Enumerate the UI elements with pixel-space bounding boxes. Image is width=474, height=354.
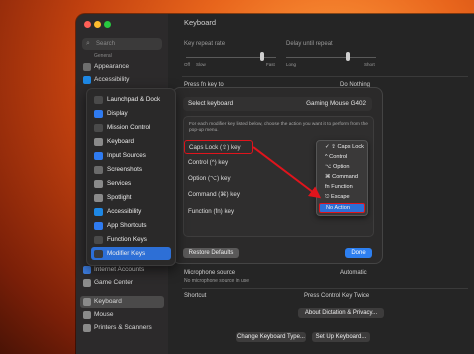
list-item-function-keys[interactable]: Function Keys [91,233,171,246]
close-button[interactable] [84,21,91,28]
mic-note: No microphone source in use [184,278,250,284]
key-repeat-slider-thumb[interactable] [260,52,264,61]
sidebar-item-keyboard[interactable]: Keyboard [80,296,164,308]
list-item-display[interactable]: Display [91,107,171,120]
printer-icon [83,324,91,332]
modifier-action-menu: ✓ ⇪ Caps Lock ^ Control ⌥ Option ⌘ Comma… [316,140,368,216]
change-keyboard-type-button[interactable]: Change Keyboard Type... [236,332,306,342]
page-title: Keyboard [184,18,217,27]
menu-item-caps-lock[interactable]: ✓ ⇪ Caps Lock [319,143,365,153]
delay-long-label: Long [286,62,297,67]
accessibility-icon [94,207,103,216]
app-shortcuts-icon [94,221,103,230]
launchpad-icon [94,95,103,104]
delay-repeat-slider[interactable] [286,57,376,58]
accessibility-icon [83,76,91,84]
list-item-launchpad[interactable]: Launchpad & Dock [91,93,171,106]
screenshot-icon [94,165,103,174]
list-item-app-shortcuts[interactable]: App Shortcuts [91,219,171,232]
repeat-fast-label: Fast [266,62,275,67]
delay-short-label: Short [364,62,375,67]
delay-until-repeat-label: Delay until repeat [286,41,333,47]
select-keyboard-row[interactable]: Select keyboard Gaming Mouse G402 [183,97,372,111]
list-item-screenshots[interactable]: Screenshots [91,163,171,176]
menu-item-option[interactable]: ⌥ Option [319,163,365,173]
list-item-modifier-keys[interactable]: Modifier Keys [91,247,171,260]
at-icon [83,266,91,274]
caps-lock-key-row[interactable]: Caps Lock (⇪) key [184,140,253,154]
set-up-keyboard-button[interactable]: Set Up Keyboard... [312,332,370,342]
list-item-accessibility[interactable]: Accessibility [91,205,171,218]
appearance-icon [83,63,91,71]
list-item-spotlight[interactable]: Spotlight [91,191,171,204]
sidebar-item-general[interactable]: General [80,52,164,60]
gear-icon [94,179,103,188]
menu-item-control[interactable]: ^ Control [319,153,365,163]
sidebar-item-game-center[interactable]: Game Center [80,277,164,289]
select-keyboard-value[interactable]: Gaming Mouse G402 [306,97,366,111]
mic-source-value[interactable]: Automatic [340,270,367,276]
spotlight-icon [94,193,103,202]
menu-item-no-action[interactable]: No Action [319,203,365,213]
about-dictation-button[interactable]: About Dictation & Privacy... [298,308,384,318]
mission-control-icon [94,123,103,132]
keyboard-icon [94,137,103,146]
minimize-button[interactable] [94,21,101,28]
function-keys-icon [94,235,103,244]
modifier-info-text: For each modifier key listed below, choo… [189,122,368,134]
list-item-keyboard[interactable]: Keyboard [91,135,171,148]
select-keyboard-label: Select keyboard [188,100,234,107]
search-icon: ⌕ [86,40,90,47]
list-item-mission-control[interactable]: Mission Control [91,121,171,134]
list-item-services[interactable]: Services [91,177,171,190]
shortcut-label: Shortcut [184,293,207,299]
mic-source-label: Microphone source [184,270,236,276]
keyboard-shortcuts-list: Launchpad & Dock Display Mission Control… [86,88,176,266]
key-repeat-rate-label: Key repeat rate [184,41,226,47]
divider [182,76,468,77]
mouse-icon [83,311,91,319]
menu-item-command[interactable]: ⌘ Command [319,173,365,183]
sidebar-item-mouse[interactable]: Mouse [80,309,164,321]
sidebar-item-printers[interactable]: Printers & Scanners [80,322,164,334]
repeat-off-label: Off [184,62,190,67]
menu-item-function[interactable]: fn Function [319,183,365,193]
input-sources-icon [94,151,103,160]
sidebar-item-accessibility[interactable]: Accessibility [80,74,164,86]
search-input[interactable]: ⌕ Search [82,38,162,50]
done-button[interactable]: Done [345,248,372,258]
shortcut-value[interactable]: Press Control Key Twice [304,293,369,299]
sidebar-item-appearance[interactable]: Appearance [80,61,164,73]
divider [182,288,468,289]
keyboard-icon [83,298,91,306]
delay-repeat-slider-thumb[interactable] [346,52,350,61]
repeat-slow-label: Slow [196,62,206,67]
list-item-input-sources[interactable]: Input Sources [91,149,171,162]
menu-item-escape[interactable]: ⎋ Escape [319,193,365,203]
search-placeholder: Search [96,41,116,47]
zoom-button[interactable] [104,21,111,28]
display-icon [94,109,103,118]
game-center-icon [83,279,91,287]
modifier-keys-icon [94,249,103,258]
restore-defaults-button[interactable]: Restore Defaults [183,248,239,258]
